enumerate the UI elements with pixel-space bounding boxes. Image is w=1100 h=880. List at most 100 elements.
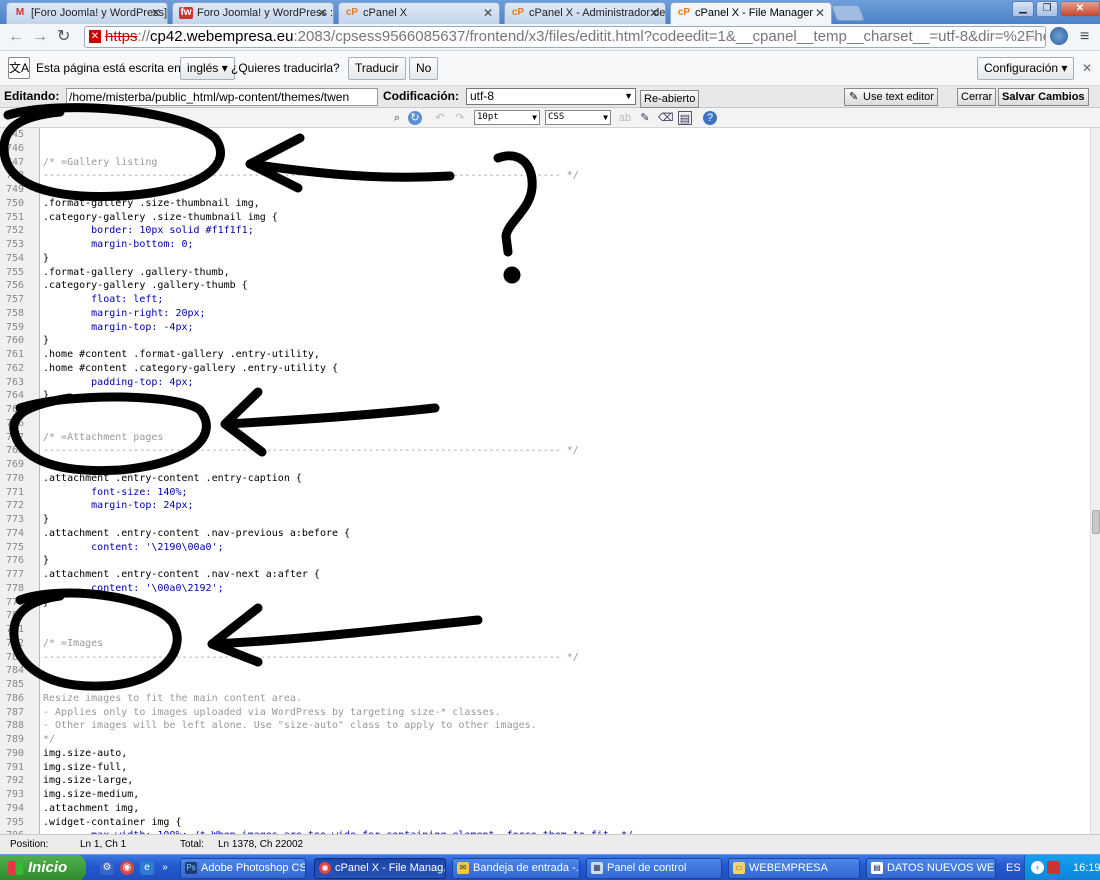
code-line[interactable]: .category-gallery .gallery-thumb { [43,279,248,293]
close-icon[interactable]: ✕ [317,3,327,23]
code-line[interactable]: margin-bottom: 0; [43,238,193,252]
code-line[interactable]: /* =Attachment pages [43,431,163,445]
task-document[interactable]: ▤ DATOS NUEVOS WEB... [866,858,996,879]
no-translate-button[interactable]: No [409,57,439,80]
code-line[interactable]: } [43,252,49,266]
code-line[interactable]: font-size: 140%; [43,486,187,500]
code-line[interactable]: .attachment .entry-content .entry-captio… [43,472,302,486]
find-icon[interactable]: ⌕ [390,111,404,125]
tab-cpanel[interactable]: cP cPanel X ✕ [338,2,500,24]
close-window-button[interactable]: ✕ [1060,1,1100,17]
code-line[interactable]: ----------------------------------------… [43,169,579,183]
reset-highlight-icon[interactable]: ⌫ [658,111,674,125]
code-line[interactable]: /* =Images [43,637,103,651]
help-icon[interactable]: ? [703,111,717,125]
code-line[interactable]: .home #content .category-gallery .entry-… [43,362,338,376]
chrome-icon[interactable]: ◉ [120,861,134,875]
redo-icon[interactable]: ↷ [453,111,467,125]
code-line[interactable]: - Other images will be left alone. Use "… [43,719,537,733]
code-line[interactable]: /* =Gallery listing [43,156,157,170]
close-icon[interactable]: ✕ [151,3,161,23]
close-icon[interactable]: ✕ [649,3,659,23]
goto-line-icon[interactable]: ↻ [408,111,422,125]
encoding-select[interactable]: utf-8 ▼ [466,88,636,105]
save-changes-button[interactable]: Salvar Cambios [998,88,1089,106]
code-line[interactable]: .format-gallery .size-thumbnail img, [43,197,260,211]
code-line[interactable]: float: left; [43,293,163,307]
language-select[interactable]: inglés ▾ [180,57,235,80]
font-size-select[interactable]: 10pt ▼ [474,110,540,125]
tab-file-manager[interactable]: cP cPanel X - File Manager ✕ [670,2,832,25]
star-icon[interactable]: ☆ [1025,28,1039,46]
undo-icon[interactable]: ↶ [433,111,447,125]
code-editor[interactable]: 745 746 747 748 749 750 751 752 753 754 755 756 757 7… [0,128,1090,834]
code-line[interactable]: margin-right: 20px; [43,307,205,321]
reopen-button[interactable]: Re-abierto [640,90,700,108]
code-line[interactable]: img.size-full, [43,761,127,775]
chevron-right-icon[interactable]: » [158,861,172,875]
tray-security-icon[interactable] [1047,861,1060,874]
code-line[interactable]: content: '\00a0\2192'; [43,582,223,596]
quicklaunch-icon[interactable]: ⚙ [100,861,114,875]
code-line[interactable]: border: 10px solid #f1f1f1; [43,224,254,238]
highlight-icon[interactable]: ✎ [638,111,652,125]
scrollbar-thumb[interactable] [1092,510,1100,534]
menu-icon[interactable]: ≡ [1080,28,1089,46]
task-control-panel[interactable]: ▦ Panel de control [586,858,722,879]
use-text-editor-button[interactable]: ✎ Use text editor [844,88,938,106]
tray-arrow-icon[interactable]: ‹ [1031,861,1044,874]
code-line[interactable]: .attachment .entry-content .nav-previous… [43,527,350,541]
close-icon[interactable]: ✕ [483,3,493,23]
code-line[interactable]: .home #content .format-gallery .entry-ut… [43,348,320,362]
code-line[interactable]: .format-gallery .gallery-thumb, [43,266,230,280]
reload-icon[interactable]: ↻ [57,28,70,46]
code-line[interactable]: .category-gallery .size-thumbnail img { [43,211,278,225]
code-line[interactable]: margin-top: 24px; [43,499,193,513]
toggle-editor-icon[interactable]: ▤ [678,111,692,125]
code-line[interactable]: .attachment img, [43,802,139,816]
vertical-scrollbar[interactable] [1090,128,1100,834]
close-editor-button[interactable]: Cerrar [957,88,997,106]
maximize-button[interactable]: ❐ [1036,1,1058,17]
tab-gmail[interactable]: M [Foro Joomla! y WordPress] ✕ [6,2,168,24]
task-webempresa-folder[interactable]: ▭ WEBEMPRESA [728,858,860,879]
code-line[interactable]: margin-top: -4px; [43,321,193,335]
translate-button[interactable]: Traducir [348,57,406,80]
code-line[interactable]: img.size-large, [43,774,133,788]
task-photoshop[interactable]: Ps Adobe Photoshop CS3 [180,858,306,879]
code-line[interactable]: padding-top: 4px; [43,376,193,390]
code-line[interactable]: ----------------------------------------… [43,444,579,458]
code-line[interactable]: } [43,596,49,610]
file-path-field[interactable]: /home/misterba/public_html/wp-content/th… [66,88,378,106]
task-inbox[interactable]: ✉ Bandeja de entrada -... [452,858,580,879]
code-line[interactable]: img.size-medium, [43,788,139,802]
code-line[interactable]: */ [43,733,55,747]
code-line[interactable]: } [43,334,49,348]
minimize-button[interactable]: ▁ [1012,1,1034,17]
back-icon[interactable]: ← [8,28,24,46]
code-line[interactable]: Resize images to fit the main content ar… [43,692,302,706]
syntax-select[interactable]: CSS ▼ [545,110,611,125]
code-line[interactable]: img.size-auto, [43,747,127,761]
code-line[interactable]: } [43,513,49,527]
extension-globe-icon[interactable] [1050,27,1068,45]
code-line[interactable]: } [43,554,49,568]
close-icon[interactable]: ✕ [815,3,825,23]
tab-cpanel-admin[interactable]: cP cPanel X - Administrador de / ✕ [504,2,666,24]
forward-icon[interactable]: → [32,28,48,46]
close-icon[interactable]: ✕ [1082,61,1092,75]
language-indicator[interactable]: ES [1006,855,1021,880]
start-button[interactable]: Inicio [0,855,86,880]
task-cpanel-file-manager[interactable]: ◉ cPanel X - File Manag... [314,858,446,879]
ie-icon[interactable]: e [140,861,154,875]
code-line[interactable]: .widget-container img { [43,816,181,830]
code-line[interactable]: - Applies only to images uploaded via Wo… [43,706,501,720]
code-line[interactable]: ----------------------------------------… [43,651,579,665]
new-tab-button[interactable] [831,5,865,21]
code-line[interactable]: content: '\2190\00a0'; [43,541,223,555]
tab-forum[interactable]: fw Foro Joomla! y WordPress :: ✕ [172,2,334,24]
url-bar[interactable]: ✕ https://cp42.webempresa.eu:2083/cpsess9… [84,26,1046,48]
spellcheck-icon[interactable]: ab [618,111,632,125]
code-line[interactable]: .attachment .entry-content .nav-next a:a… [43,568,320,582]
code-line[interactable]: } [43,389,49,403]
